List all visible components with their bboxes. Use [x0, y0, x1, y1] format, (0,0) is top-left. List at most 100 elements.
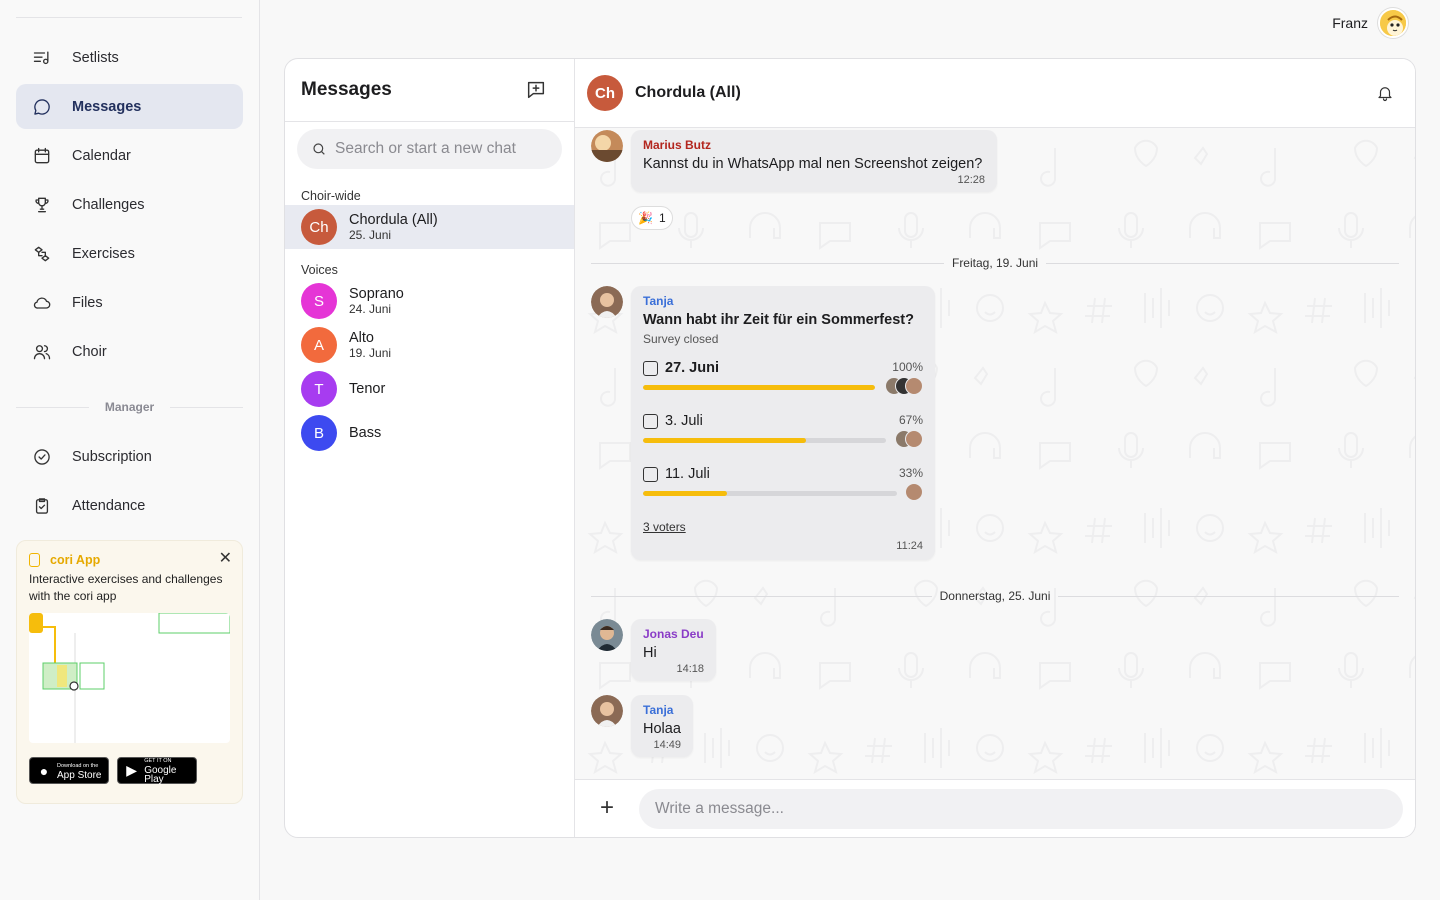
store-badges: ● Download on the App Store ▶ GET IT ON Go…	[29, 757, 230, 785]
checkbox[interactable]	[643, 413, 658, 429]
promo-screenshot	[29, 613, 230, 743]
message-time: 14:49	[653, 739, 681, 751]
checkbox[interactable]	[643, 466, 658, 482]
check-circle-icon	[30, 445, 54, 469]
reaction-badge[interactable]: 🎉 1	[631, 206, 673, 230]
manager-nav: Subscription Attendance	[16, 434, 243, 532]
message-time: 12:28	[957, 174, 985, 186]
voter-avatars	[885, 377, 923, 395]
sidebar-item-files[interactable]: Files	[16, 280, 243, 325]
search-input[interactable]	[335, 140, 535, 158]
avatar	[1378, 8, 1408, 38]
chat-item-bass[interactable]: B Bass	[285, 411, 574, 455]
message-bubble: Marius Butz Kannst du in WhatsApp mal ne…	[631, 130, 997, 192]
avatar: B	[301, 415, 337, 451]
sidebar-item-label: Messages	[72, 98, 142, 115]
chat-date: 25. Juni	[349, 228, 392, 242]
poll-percent: 33%	[898, 466, 923, 480]
new-chat-icon	[527, 81, 545, 99]
notifications-button[interactable]	[1371, 79, 1399, 107]
add-attachment-button[interactable]: +	[595, 795, 619, 821]
poll-status: Survey closed	[643, 332, 719, 346]
message: Jonas Deu Hi 14:18	[591, 619, 716, 681]
avatar	[591, 695, 623, 727]
compose-bar: +	[575, 779, 1415, 837]
chat-item-soprano[interactable]: S Soprano 24. Juni	[285, 279, 574, 323]
setlist-icon	[30, 46, 54, 70]
chat-date: 24. Juni	[349, 302, 392, 316]
day-separator: Freitag, 19. Juni	[591, 255, 1400, 271]
poll-bubble: Tanja Wann habt ihr Zeit für ein Sommerf…	[631, 286, 935, 560]
avatar	[591, 286, 623, 318]
bell-icon	[1378, 87, 1392, 102]
sidebar-item-exercises[interactable]: Exercises	[16, 231, 243, 276]
avatar: T	[301, 371, 337, 407]
users-icon	[30, 340, 54, 364]
chat-item-alto[interactable]: A Alto 19. Juni	[285, 323, 574, 367]
close-icon[interactable]: ✕	[219, 548, 232, 568]
chat-list-panel: Messages Choir-wide Ch Chordula (All)25.…	[285, 59, 575, 837]
poll-progress-fill	[643, 491, 727, 496]
sidebar-item-challenges[interactable]: Challenges	[16, 182, 243, 227]
avatar: Ch	[301, 209, 337, 245]
avatar	[591, 619, 623, 651]
message-area[interactable]: Marius Butz Kannst du in WhatsApp mal ne…	[575, 128, 1415, 779]
sender-name: Marius Butz	[643, 138, 712, 152]
sender-name: Tanja	[643, 703, 674, 717]
sidebar-item-calendar[interactable]: Calendar	[16, 133, 243, 178]
message-bubble: Jonas Deu Hi 14:18	[631, 619, 716, 681]
conversation-title: Chordula (All)	[635, 84, 741, 101]
main-nav: Setlists Messages Calendar Challenges Ex…	[16, 35, 243, 378]
user-menu[interactable]: Franz	[1332, 8, 1408, 38]
sidebar-item-setlists[interactable]: Setlists	[16, 35, 243, 80]
message-time: 11:24	[896, 540, 923, 552]
search-bar	[297, 129, 562, 169]
section-label: Manager	[104, 400, 155, 414]
poll-progress-fill	[643, 438, 806, 443]
message-text: Holaa	[643, 721, 681, 737]
poll-percent: 100%	[892, 360, 923, 374]
voters-link[interactable]: 3 voters	[643, 520, 686, 534]
sidebar: Setlists Messages Calendar Challenges Ex…	[0, 0, 260, 900]
app-store-button[interactable]: ● Download on the App Store	[29, 757, 109, 784]
sidebar-item-label: Setlists	[72, 49, 119, 66]
calendar-icon	[30, 144, 54, 168]
sidebar-item-subscription[interactable]: Subscription	[16, 434, 243, 479]
poll-options: 27. Juni 100% 3. Juli 67% 11. Juli 33%	[643, 360, 923, 519]
poll-message: Tanja Wann habt ihr Zeit für ein Sommerf…	[591, 286, 935, 560]
avatar: Ch	[587, 75, 623, 111]
sidebar-item-messages[interactable]: Messages	[16, 84, 243, 129]
poll-option[interactable]: 3. Juli 67%	[643, 413, 923, 466]
poll-question: Wann habt ihr Zeit für ein Sommerfest?	[643, 312, 914, 328]
page-title: Messages	[301, 79, 392, 100]
google-play-button[interactable]: ▶ GET IT ON Google Play	[117, 757, 197, 785]
poll-option[interactable]: 27. Juni 100%	[643, 360, 923, 413]
sidebar-item-label: Attendance	[72, 497, 146, 514]
chat-item-chordula[interactable]: Ch Chordula (All) 25. Juni	[285, 205, 574, 249]
poll-progress-bar	[643, 491, 897, 496]
voter-avatars	[895, 430, 923, 448]
message: Marius Butz Kannst du in WhatsApp mal ne…	[591, 130, 997, 192]
party-popper-icon: 🎉	[638, 211, 653, 225]
group-label-voices: Voices	[301, 263, 338, 277]
chat-item-tenor[interactable]: T Tenor	[285, 367, 574, 411]
poll-option[interactable]: 11. Juli 33%	[643, 466, 923, 519]
cloud-icon	[30, 291, 54, 315]
checkbox[interactable]	[643, 360, 658, 376]
sidebar-item-choir[interactable]: Choir	[16, 329, 243, 374]
sidebar-item-label: Challenges	[72, 196, 145, 213]
message-input[interactable]	[639, 788, 1403, 829]
new-chat-button[interactable]	[522, 76, 550, 104]
apple-icon: ●	[39, 762, 49, 779]
sidebar-item-attendance[interactable]: Attendance	[16, 483, 243, 528]
chat-name: Soprano	[349, 286, 404, 302]
sender-name: Tanja	[643, 294, 674, 308]
clipboard-check-icon	[30, 494, 54, 518]
avatar	[591, 130, 623, 162]
sidebar-item-label: Choir	[72, 343, 107, 360]
play-store-icon: ▶	[126, 762, 137, 778]
manager-section-divider: Manager	[16, 398, 244, 416]
sidebar-item-label: Exercises	[72, 245, 135, 262]
message: Tanja Holaa 14:49	[591, 695, 693, 757]
app-promo-card: cori App ✕ Interactive exercises and cha…	[16, 540, 243, 804]
